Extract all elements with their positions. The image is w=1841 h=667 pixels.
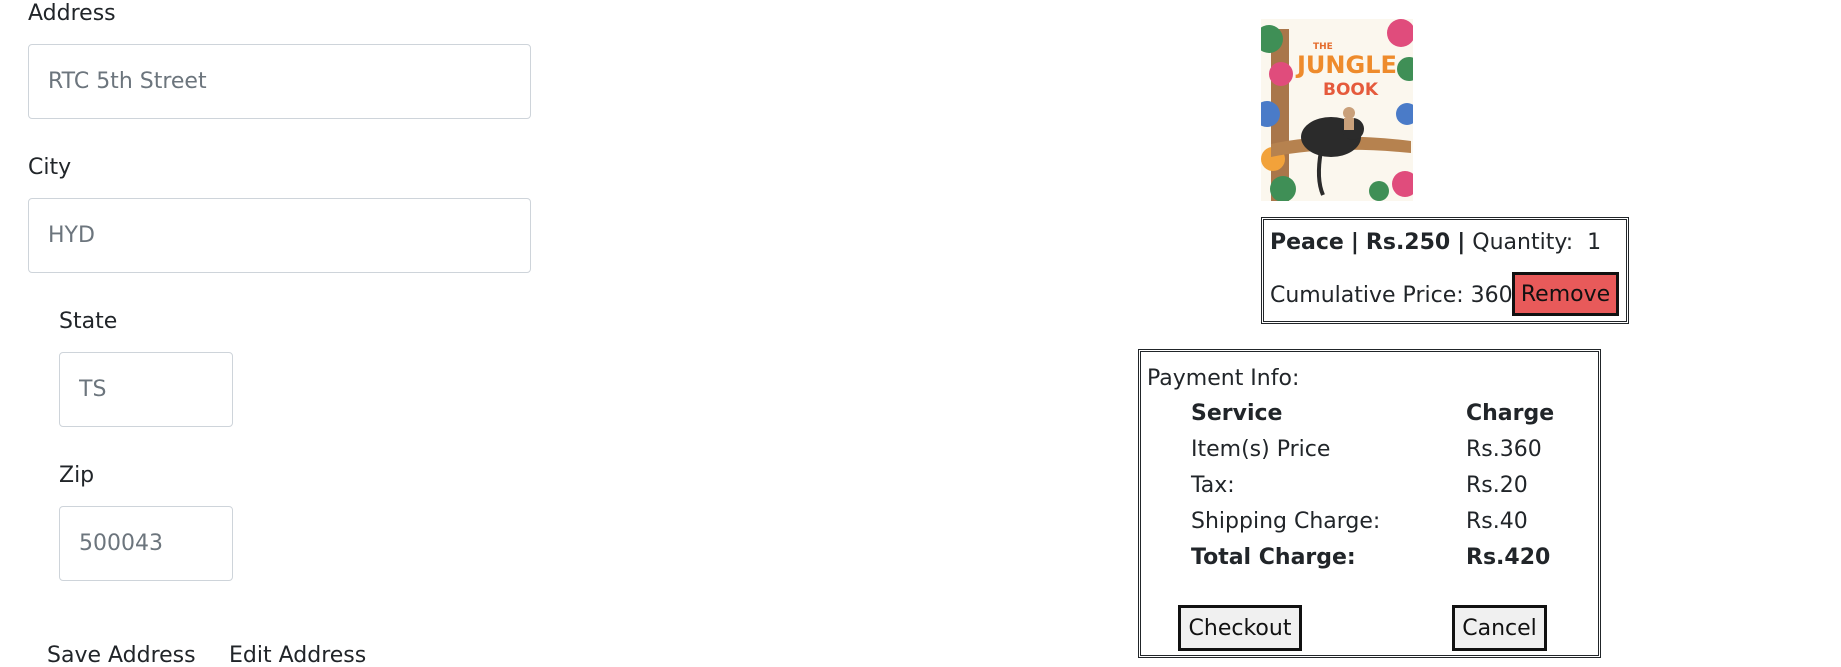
item-price: Rs.250 [1365,230,1451,255]
payment-info-title: Payment Info: [1147,366,1300,391]
charge-tax: Rs.20 [1466,473,1528,498]
checkout-page: Address City State Zip Save Address Edit… [0,0,1841,667]
cover-jungle-text: JUNGLE [1295,51,1397,79]
quantity-label: Quantity: [1472,230,1574,255]
charge-item-price: Rs.360 [1466,437,1542,462]
book-cover-image: THE JUNGLE BOOK [1261,19,1413,201]
cumulative-value: 360 [1470,283,1513,308]
payment-info-box: Payment Info: Service Charge Item(s) Pri… [1138,349,1601,658]
service-tax: Tax: [1191,473,1235,498]
zip-input[interactable] [59,506,233,581]
cumulative-label: Cumulative Price: [1270,283,1464,308]
state-label: State [59,309,118,334]
edit-address-button[interactable]: Edit Address [229,642,366,667]
zip-label: Zip [59,463,95,488]
city-input[interactable] [28,198,531,273]
total-charge-label: Total Charge: [1191,545,1356,570]
total-charge-value: Rs.420 [1466,545,1551,570]
item-separator-2: | [1457,230,1466,255]
cover-book-text: BOOK [1323,80,1379,100]
address-input[interactable] [28,44,531,119]
city-label: City [28,155,72,180]
checkout-button[interactable]: Checkout [1178,605,1302,651]
cart-item-box: Peace | Rs.250 | Quantity: 1 Cumulative … [1261,217,1629,324]
service-shipping: Shipping Charge: [1191,509,1381,534]
charge-header: Charge [1466,401,1555,426]
address-label: Address [28,1,116,26]
service-header: Service [1191,401,1283,426]
cumulative-price: Cumulative Price: 360 [1270,283,1513,308]
cancel-button[interactable]: Cancel [1452,605,1547,651]
item-name: Peace [1270,230,1344,255]
service-item-price: Item(s) Price [1191,437,1331,462]
state-input[interactable] [59,352,233,427]
remove-button[interactable]: Remove [1512,272,1619,316]
quantity-value: 1 [1587,230,1602,255]
item-separator: | [1350,230,1359,255]
save-address-button[interactable]: Save Address [47,642,196,667]
charge-shipping: Rs.40 [1466,509,1528,534]
item-summary: Peace | Rs.250 | Quantity: 1 [1270,230,1601,255]
